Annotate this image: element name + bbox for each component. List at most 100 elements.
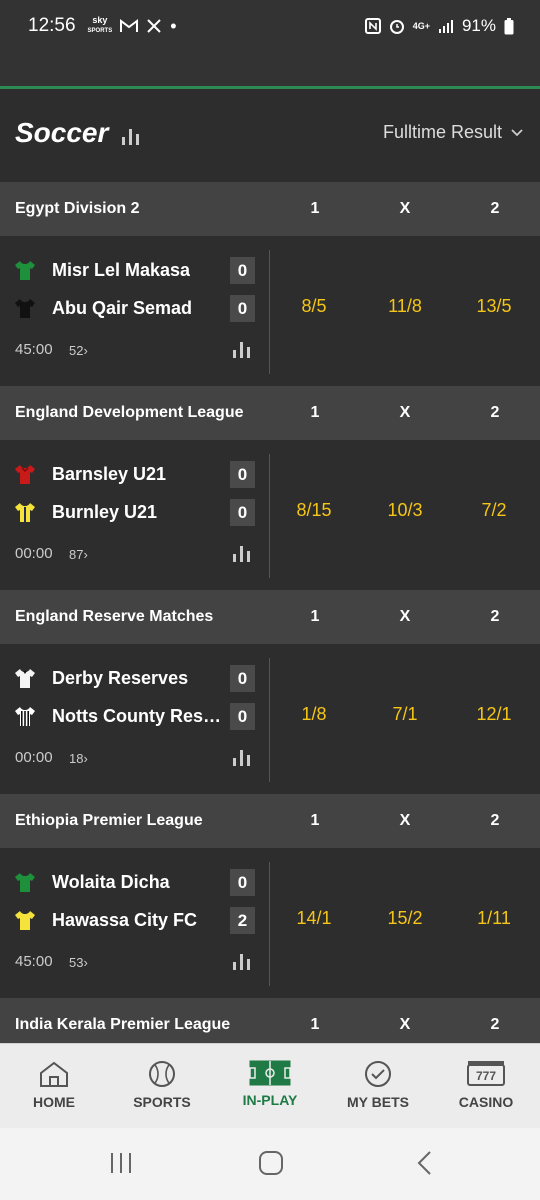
match-row[interactable]: Wolaita Dicha 0 Hawassa City FC 2 45:00 … bbox=[0, 848, 540, 998]
column-home: 1 bbox=[310, 608, 320, 625]
away-score: 0 bbox=[230, 703, 255, 730]
match-row[interactable]: Derby Reserves 0 Notts County Reserves 0… bbox=[0, 644, 540, 794]
shirt-icon bbox=[15, 261, 35, 280]
away-team: Burnley U21 bbox=[14, 498, 157, 526]
x-icon bbox=[147, 19, 161, 33]
nav-label: SPORTS bbox=[133, 1094, 191, 1110]
odds-home[interactable]: 1/8 bbox=[279, 704, 349, 725]
column-home: 1 bbox=[310, 1016, 320, 1033]
team-name: Hawassa City FC bbox=[52, 909, 198, 930]
column-draw: X bbox=[399, 200, 411, 217]
league-name: India Kerala Premier League bbox=[15, 1016, 231, 1033]
column-away: 2 bbox=[490, 812, 500, 829]
odds-home[interactable]: 8/5 bbox=[279, 296, 349, 317]
nav-label: MY BETS bbox=[347, 1094, 409, 1110]
home-team: Barnsley U21 bbox=[14, 460, 166, 488]
away-score: 0 bbox=[230, 499, 255, 526]
nav-in-play[interactable]: IN-PLAY bbox=[216, 1044, 324, 1129]
home-team: Misr Lel Makasa bbox=[14, 256, 190, 284]
team-name: Abu Qair Semad bbox=[52, 297, 193, 318]
signal-icon bbox=[438, 20, 453, 33]
shirt-icon bbox=[15, 299, 35, 318]
odds-away[interactable]: 7/2 bbox=[459, 500, 529, 521]
home-score: 0 bbox=[230, 665, 255, 692]
more-markets-link[interactable]: 52› bbox=[69, 343, 88, 358]
status-time: 12:56 bbox=[28, 15, 76, 36]
nav-sports[interactable]: SPORTS bbox=[108, 1044, 216, 1129]
match-clock: 45:00 bbox=[15, 953, 53, 970]
odds-away[interactable]: 1/11 bbox=[459, 908, 529, 929]
team-name: Barnsley U21 bbox=[52, 463, 167, 484]
odds-draw[interactable]: 7/1 bbox=[370, 704, 440, 725]
column-home: 1 bbox=[310, 404, 320, 421]
column-draw: X bbox=[399, 608, 411, 625]
market-selector[interactable]: Fulltime Result bbox=[383, 122, 524, 143]
nav-casino[interactable]: 777 CASINO bbox=[432, 1044, 540, 1129]
status-bar: 12:56 sky SPORTS • 4G+ 91% bbox=[0, 0, 540, 52]
shirt-icon bbox=[15, 465, 35, 484]
home-button-icon[interactable] bbox=[258, 1150, 284, 1176]
match-row[interactable]: Misr Lel Makasa 0 Abu Qair Semad 0 45:00… bbox=[0, 236, 540, 386]
team-name: Wolaita Dicha bbox=[52, 871, 170, 892]
divider bbox=[269, 658, 270, 782]
stats-icon[interactable] bbox=[232, 340, 252, 358]
league-header[interactable]: England Reserve Matches 1 X 2 bbox=[0, 590, 540, 644]
column-draw: X bbox=[399, 812, 411, 829]
odds-home[interactable]: 8/15 bbox=[279, 500, 349, 521]
chevron-down-icon bbox=[511, 128, 523, 136]
network-type: 4G+ bbox=[412, 21, 430, 31]
market-selector-label: Fulltime Result bbox=[382, 122, 502, 142]
odds-draw[interactable]: 10/3 bbox=[370, 500, 440, 521]
stats-icon[interactable] bbox=[232, 952, 252, 970]
column-home: 1 bbox=[310, 200, 320, 217]
league-header[interactable]: England Development League 1 X 2 bbox=[0, 386, 540, 440]
team-name: Burnley U21 bbox=[52, 501, 158, 522]
odds-away[interactable]: 12/1 bbox=[459, 704, 529, 725]
away-team: Hawassa City FC bbox=[14, 906, 197, 934]
away-score: 2 bbox=[230, 907, 255, 934]
match-row[interactable]: Barnsley U21 0 Burnley U21 0 00:00 87› 8… bbox=[0, 440, 540, 590]
more-markets-link[interactable]: 18› bbox=[69, 751, 88, 766]
odds-draw[interactable]: 11/8 bbox=[370, 296, 440, 317]
app-top-band bbox=[0, 52, 540, 86]
back-icon[interactable] bbox=[412, 1150, 438, 1176]
column-home: 1 bbox=[310, 812, 320, 829]
home-icon bbox=[40, 1061, 68, 1087]
team-name: Notts County Reserves bbox=[52, 705, 228, 726]
check-icon bbox=[365, 1061, 391, 1087]
nav-my-bets[interactable]: MY BETS bbox=[324, 1044, 432, 1129]
league-name: England Development League bbox=[15, 404, 244, 421]
odds-draw[interactable]: 15/2 bbox=[370, 908, 440, 929]
away-team: Abu Qair Semad bbox=[14, 294, 192, 322]
recent-apps-icon[interactable] bbox=[108, 1150, 134, 1176]
match-clock: 00:00 bbox=[15, 749, 53, 766]
nav-home[interactable]: HOME bbox=[0, 1044, 108, 1129]
odds-away[interactable]: 13/5 bbox=[459, 296, 529, 317]
league-header[interactable]: Ethiopia Premier League 1 X 2 bbox=[0, 794, 540, 848]
team-name: Derby Reserves bbox=[52, 667, 189, 688]
column-away: 2 bbox=[490, 1016, 500, 1033]
column-draw: X bbox=[399, 404, 411, 421]
stats-icon[interactable] bbox=[121, 127, 141, 145]
shirt-icon bbox=[15, 503, 35, 522]
system-navigation-bar bbox=[0, 1128, 540, 1200]
column-away: 2 bbox=[490, 608, 500, 625]
odds-home[interactable]: 14/1 bbox=[279, 908, 349, 929]
column-draw: X bbox=[399, 1016, 411, 1033]
page-title: Soccer bbox=[15, 117, 109, 148]
shirt-icon bbox=[15, 669, 35, 688]
away-team: Notts County Reserves bbox=[14, 702, 228, 730]
status-system-icons: 4G+ 91% bbox=[364, 16, 514, 36]
nfc-icon bbox=[364, 18, 381, 34]
more-markets-link[interactable]: 87› bbox=[69, 547, 88, 562]
home-team: Derby Reserves bbox=[14, 664, 188, 692]
stats-icon[interactable] bbox=[232, 748, 252, 766]
column-away: 2 bbox=[490, 404, 500, 421]
home-team: Wolaita Dicha bbox=[14, 868, 170, 896]
sky-sports-icon: sky SPORTS bbox=[87, 15, 113, 35]
match-clock: 45:00 bbox=[15, 341, 53, 358]
league-header[interactable]: Egypt Division 2 1 X 2 bbox=[0, 182, 540, 236]
stats-icon[interactable] bbox=[232, 544, 252, 562]
match-clock: 00:00 bbox=[15, 545, 53, 562]
more-markets-link[interactable]: 53› bbox=[69, 955, 88, 970]
